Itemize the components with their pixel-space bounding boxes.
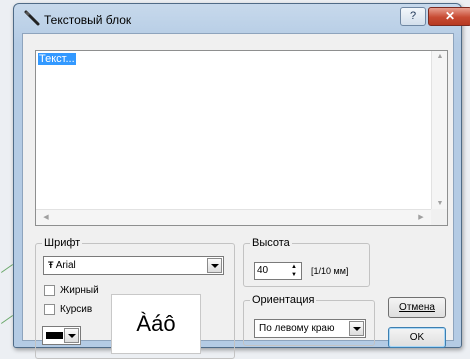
chevron-down-icon[interactable] bbox=[207, 258, 222, 273]
horizontal-scrollbar[interactable]: ◀ ▶ bbox=[36, 209, 431, 225]
spin-up-icon[interactable]: ▲ bbox=[288, 263, 300, 271]
help-button[interactable]: ? bbox=[400, 7, 426, 26]
orientation-group: Ориентация По левому краю bbox=[243, 294, 375, 346]
chevron-down-icon[interactable] bbox=[349, 321, 364, 336]
color-select[interactable] bbox=[42, 326, 81, 345]
text-block-dialog: Текстовый блок ? ✕ Текст... ▲ ▼ ◀ ▶ Шриф… bbox=[13, 3, 470, 359]
bold-checkbox[interactable] bbox=[44, 285, 55, 296]
text-input-area[interactable]: Текст... ▲ ▼ ◀ ▶ bbox=[35, 50, 448, 226]
pencil-icon bbox=[24, 10, 40, 26]
background-line bbox=[0, 264, 14, 273]
font-group: Шрифт Ŧ Arial Жирный Курсив Àáô bbox=[35, 237, 235, 359]
orientation-select[interactable]: По левому краю bbox=[254, 319, 366, 338]
height-input[interactable]: 40 ▲ ▼ bbox=[254, 262, 302, 280]
italic-label: Курсив bbox=[60, 304, 93, 315]
font-group-label: Шрифт bbox=[42, 237, 83, 249]
chevron-down-icon[interactable] bbox=[64, 328, 79, 343]
italic-checkbox[interactable] bbox=[44, 304, 55, 315]
scroll-corner bbox=[431, 209, 447, 225]
background-line bbox=[0, 315, 14, 324]
color-swatch bbox=[46, 332, 63, 339]
bold-label: Жирный bbox=[60, 285, 99, 296]
scroll-down-icon[interactable]: ▼ bbox=[432, 200, 448, 207]
text-content: Текст... bbox=[38, 53, 76, 65]
window-title: Текстовый блок bbox=[44, 13, 132, 27]
scroll-left-icon[interactable]: ◀ bbox=[38, 213, 54, 221]
height-group-label: Высота bbox=[250, 237, 292, 249]
vertical-scrollbar[interactable]: ▲ ▼ bbox=[431, 51, 447, 209]
height-value: 40 bbox=[257, 265, 269, 276]
close-button[interactable]: ✕ bbox=[428, 7, 470, 26]
ok-button[interactable]: OK bbox=[388, 327, 446, 348]
height-unit: [1/10 мм] bbox=[311, 266, 349, 276]
ok-label: OK bbox=[409, 332, 425, 343]
font-name: Arial bbox=[55, 260, 76, 271]
dialog-client-area: Текст... ▲ ▼ ◀ ▶ Шрифт Ŧ Arial Жирный Ку… bbox=[22, 33, 454, 359]
scroll-up-icon[interactable]: ▲ bbox=[432, 53, 448, 60]
scroll-right-icon[interactable]: ▶ bbox=[413, 213, 429, 221]
truetype-icon: Ŧ bbox=[48, 260, 54, 270]
spin-down-icon[interactable]: ▼ bbox=[288, 271, 300, 279]
cancel-label: Отмена bbox=[399, 302, 435, 313]
orientation-group-label: Ориентация bbox=[250, 294, 317, 306]
orientation-value: По левому краю bbox=[259, 323, 335, 334]
cancel-button[interactable]: Отмена bbox=[388, 297, 446, 318]
height-group: Высота 40 ▲ ▼ [1/10 мм] bbox=[243, 237, 370, 287]
title-bar[interactable]: Текстовый блок ? ✕ bbox=[14, 4, 470, 34]
font-select[interactable]: Ŧ Arial bbox=[43, 256, 224, 275]
font-preview: Àáô bbox=[111, 294, 201, 354]
